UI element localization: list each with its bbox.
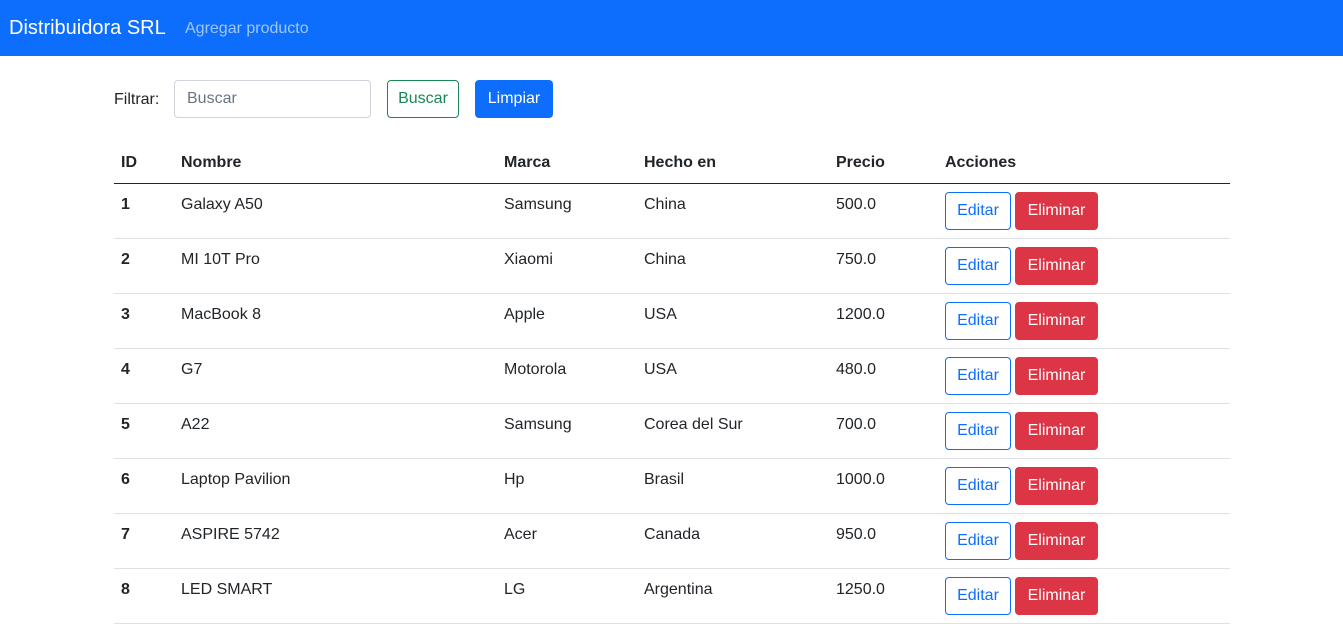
cell-hecho-en: Canada: [637, 513, 829, 569]
cell-precio: 480.0: [829, 348, 938, 404]
edit-button[interactable]: Editar: [945, 356, 1011, 395]
delete-button[interactable]: Eliminar: [1015, 246, 1098, 285]
edit-button[interactable]: Editar: [945, 301, 1011, 340]
cell-marca: LG: [497, 568, 637, 624]
delete-button[interactable]: Eliminar: [1015, 411, 1098, 450]
table-row: 2 MI 10T Pro Xiaomi China 750.0 Editar El…: [114, 238, 1230, 294]
cell-id: 2: [114, 238, 174, 294]
search-input[interactable]: [174, 80, 371, 118]
cell-acciones: Editar Eliminar: [938, 183, 1230, 239]
header-nombre: Nombre: [174, 143, 497, 184]
delete-button[interactable]: Eliminar: [1015, 576, 1098, 615]
cell-marca: Xiaomi: [497, 238, 637, 294]
navbar-brand[interactable]: Distribuidora SRL: [9, 16, 166, 40]
cell-marca: Samsung: [497, 403, 637, 459]
table-row: 7 ASPIRE 5742 Acer Canada 950.0 Editar El…: [114, 513, 1230, 569]
cell-marca: Apple: [497, 293, 637, 349]
products-table: ID Nombre Marca Hecho en Precio Acciones…: [114, 143, 1230, 624]
edit-button[interactable]: Editar: [945, 191, 1011, 230]
header-acciones: Acciones: [938, 143, 1230, 184]
nav-link-agregar-producto[interactable]: Agregar producto: [185, 19, 309, 39]
header-hecho-en: Hecho en: [637, 143, 829, 184]
cell-acciones: Editar Eliminar: [938, 238, 1230, 294]
cell-id: 4: [114, 348, 174, 404]
cell-precio: 1250.0: [829, 568, 938, 624]
cell-precio: 950.0: [829, 513, 938, 569]
cell-nombre: Laptop Pavilion: [174, 458, 497, 514]
cell-nombre: MacBook 8: [174, 293, 497, 349]
cell-hecho-en: Argentina: [637, 568, 829, 624]
table-header-row: ID Nombre Marca Hecho en Precio Acciones: [114, 143, 1230, 184]
edit-button[interactable]: Editar: [945, 576, 1011, 615]
cell-marca: Samsung: [497, 183, 637, 239]
table-row: 1 Galaxy A50 Samsung China 500.0 Editar E…: [114, 183, 1230, 239]
header-id: ID: [114, 143, 174, 184]
cell-acciones: Editar Eliminar: [938, 513, 1230, 569]
navbar: Distribuidora SRL Agregar producto: [0, 0, 1343, 56]
delete-button[interactable]: Eliminar: [1015, 521, 1098, 560]
edit-button[interactable]: Editar: [945, 521, 1011, 560]
header-marca: Marca: [497, 143, 637, 184]
delete-button[interactable]: Eliminar: [1015, 191, 1098, 230]
table-row: 3 MacBook 8 Apple USA 1200.0 Editar Elimi…: [114, 293, 1230, 349]
delete-button[interactable]: Eliminar: [1015, 466, 1098, 505]
cell-nombre: ASPIRE 5742: [174, 513, 497, 569]
cell-precio: 1200.0: [829, 293, 938, 349]
cell-precio: 750.0: [829, 238, 938, 294]
cell-id: 3: [114, 293, 174, 349]
cell-nombre: MI 10T Pro: [174, 238, 497, 294]
cell-precio: 500.0: [829, 183, 938, 239]
table-row: 6 Laptop Pavilion Hp Brasil 1000.0 Edita…: [114, 458, 1230, 514]
cell-nombre: Galaxy A50: [174, 183, 497, 239]
search-button[interactable]: Buscar: [387, 80, 459, 118]
cell-id: 8: [114, 568, 174, 624]
edit-button[interactable]: Editar: [945, 411, 1011, 450]
filter-label: Filtrar:: [114, 91, 160, 108]
cell-precio: 1000.0: [829, 458, 938, 514]
cell-id: 1: [114, 183, 174, 239]
delete-button[interactable]: Eliminar: [1015, 301, 1098, 340]
cell-precio: 700.0: [829, 403, 938, 459]
cell-nombre: LED SMART: [174, 568, 497, 624]
header-precio: Precio: [829, 143, 938, 184]
cell-hecho-en: USA: [637, 293, 829, 349]
edit-button[interactable]: Editar: [945, 246, 1011, 285]
cell-hecho-en: Brasil: [637, 458, 829, 514]
cell-hecho-en: China: [637, 238, 829, 294]
table-row: 5 A22 Samsung Corea del Sur 700.0 Editar…: [114, 403, 1230, 459]
cell-nombre: A22: [174, 403, 497, 459]
table-row: 4 G7 Motorola USA 480.0 Editar Eliminar: [114, 348, 1230, 404]
cell-hecho-en: USA: [637, 348, 829, 404]
cell-marca: Motorola: [497, 348, 637, 404]
edit-button[interactable]: Editar: [945, 466, 1011, 505]
cell-id: 5: [114, 403, 174, 459]
delete-button[interactable]: Eliminar: [1015, 356, 1098, 395]
cell-acciones: Editar Eliminar: [938, 458, 1230, 514]
cell-acciones: Editar Eliminar: [938, 403, 1230, 459]
cell-id: 6: [114, 458, 174, 514]
cell-acciones: Editar Eliminar: [938, 568, 1230, 624]
cell-id: 7: [114, 513, 174, 569]
clear-button[interactable]: Limpiar: [475, 80, 553, 118]
cell-nombre: G7: [174, 348, 497, 404]
cell-hecho-en: China: [637, 183, 829, 239]
cell-marca: Acer: [497, 513, 637, 569]
table-row: 8 LED SMART LG Argentina 1250.0 Editar El…: [114, 568, 1230, 624]
cell-acciones: Editar Eliminar: [938, 293, 1230, 349]
cell-hecho-en: Corea del Sur: [637, 403, 829, 459]
cell-marca: Hp: [497, 458, 637, 514]
cell-acciones: Editar Eliminar: [938, 348, 1230, 404]
